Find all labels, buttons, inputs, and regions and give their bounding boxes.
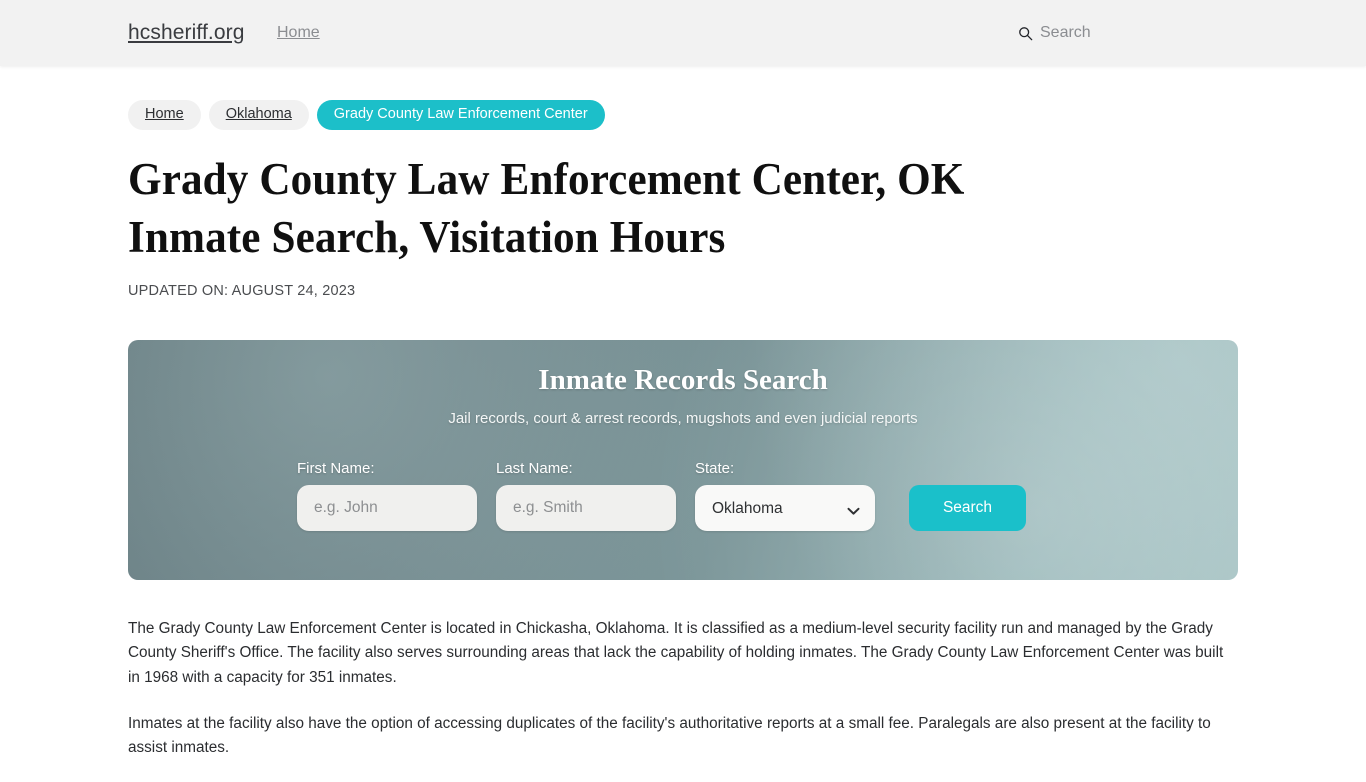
search-icon[interactable] bbox=[1018, 26, 1033, 41]
breadcrumb-item-home[interactable]: Home bbox=[128, 100, 201, 130]
first-name-input[interactable] bbox=[297, 485, 477, 531]
breadcrumb-item-current: Grady County Law Enforcement Center bbox=[316, 100, 605, 130]
search-card-title: Inmate Records Search bbox=[538, 364, 828, 396]
first-name-field-group: First Name: bbox=[297, 460, 477, 531]
inmate-search-submit-button[interactable]: Search bbox=[909, 485, 1026, 531]
header-search-label[interactable]: Search bbox=[1040, 24, 1091, 42]
breadcrumb-item-oklahoma[interactable]: Oklahoma bbox=[208, 100, 309, 130]
site-logo[interactable]: hcsheriff.org bbox=[128, 21, 244, 45]
last-name-field-group: Last Name: bbox=[496, 460, 676, 531]
article-paragraph-2: Inmates at the facility also have the op… bbox=[128, 714, 1211, 757]
site-header: hcsheriff.org Home Search bbox=[0, 0, 1366, 66]
state-field-group: State: Oklahoma bbox=[695, 460, 875, 531]
inmate-records-search-card: Inmate Records Search Jail records, cour… bbox=[128, 340, 1238, 580]
article-paragraph-1: The Grady County Law Enforcement Center … bbox=[128, 620, 1224, 686]
page-title: Grady County Law Enforcement Center, OK … bbox=[128, 154, 965, 262]
article-body: The Grady County Law Enforcement Center … bbox=[128, 617, 1238, 782]
last-name-input[interactable] bbox=[496, 485, 676, 531]
state-label: State: bbox=[695, 460, 735, 477]
header-search[interactable]: Search bbox=[1018, 24, 1091, 42]
search-card-subtitle: Jail records, court & arrest records, mu… bbox=[448, 410, 918, 427]
first-name-label: First Name: bbox=[297, 460, 375, 477]
state-select[interactable]: Oklahoma bbox=[695, 485, 875, 531]
state-select-shell: Oklahoma bbox=[695, 485, 875, 531]
updated-date: UPDATED ON: AUGUST 24, 2023 bbox=[128, 283, 356, 299]
breadcrumb: Home Oklahoma Grady County Law Enforceme… bbox=[128, 100, 605, 130]
nav-link-home[interactable]: Home bbox=[277, 24, 320, 42]
last-name-label: Last Name: bbox=[496, 460, 573, 477]
inmate-search-form: First Name: Last Name: State: Oklahoma S… bbox=[297, 460, 1026, 531]
